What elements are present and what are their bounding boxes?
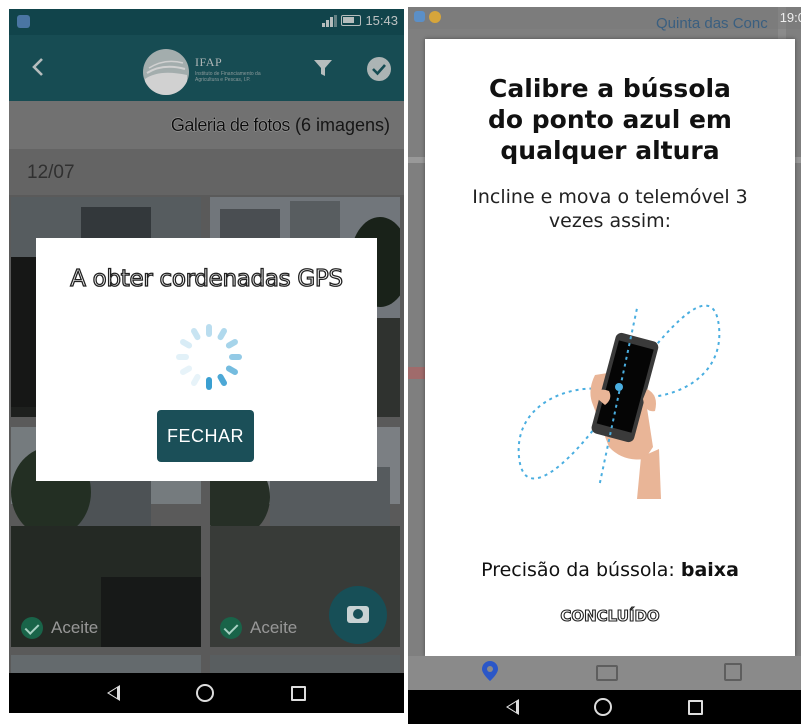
map-bottom-bar [408, 656, 801, 690]
figure-eight-motion-icon [517, 304, 721, 499]
compass-precision: Precisão da bússola: baixa [425, 559, 795, 581]
camera-icon [347, 606, 369, 623]
saved-icon[interactable] [724, 663, 742, 681]
camera-button[interactable] [329, 586, 387, 644]
map-place-label: Quinta das Conc [656, 15, 768, 32]
notification-icon [414, 11, 441, 23]
done-button[interactable]: CONCLUÍDO [555, 606, 665, 633]
nav-recent-icon[interactable] [290, 685, 306, 701]
status-bar: Quinta das Conc 19:0 [408, 7, 801, 32]
compass-title: Calibre a bússola do ponto azul em qualq… [488, 74, 732, 165]
nav-back-icon[interactable] [505, 699, 519, 715]
left-phone-screen: 15:43 IFAP Instituto de Financiamento da… [9, 9, 404, 713]
spinner-icon [176, 324, 242, 390]
nav-home-icon[interactable] [196, 684, 215, 702]
status-time: 19:0 [779, 10, 801, 25]
system-nav-bar [9, 673, 404, 713]
nav-home-icon[interactable] [594, 698, 613, 716]
compass-instruction: Incline e mova o telemóvel 3 vezes assim… [472, 186, 748, 232]
nav-recent-icon[interactable] [688, 699, 704, 715]
close-button[interactable]: FECHAR [157, 410, 254, 462]
commute-icon[interactable] [596, 665, 618, 681]
map-pin-icon[interactable] [482, 661, 498, 681]
precision-label: Precisão da bússola: [481, 559, 681, 581]
precision-value: baixa [680, 559, 739, 581]
right-phone-screen: Quinta das Conc 19:0 Calibre a bússola d… [408, 7, 801, 724]
compass-calibration-dialog: Calibre a bússola do ponto azul em qualq… [425, 39, 795, 656]
system-nav-bar [408, 690, 801, 724]
nav-back-icon[interactable] [107, 685, 121, 701]
gps-dialog-title: A obter cordenadas GPS [70, 265, 344, 292]
gps-dialog: A obter cordenadas GPS FECHAR [36, 238, 377, 481]
